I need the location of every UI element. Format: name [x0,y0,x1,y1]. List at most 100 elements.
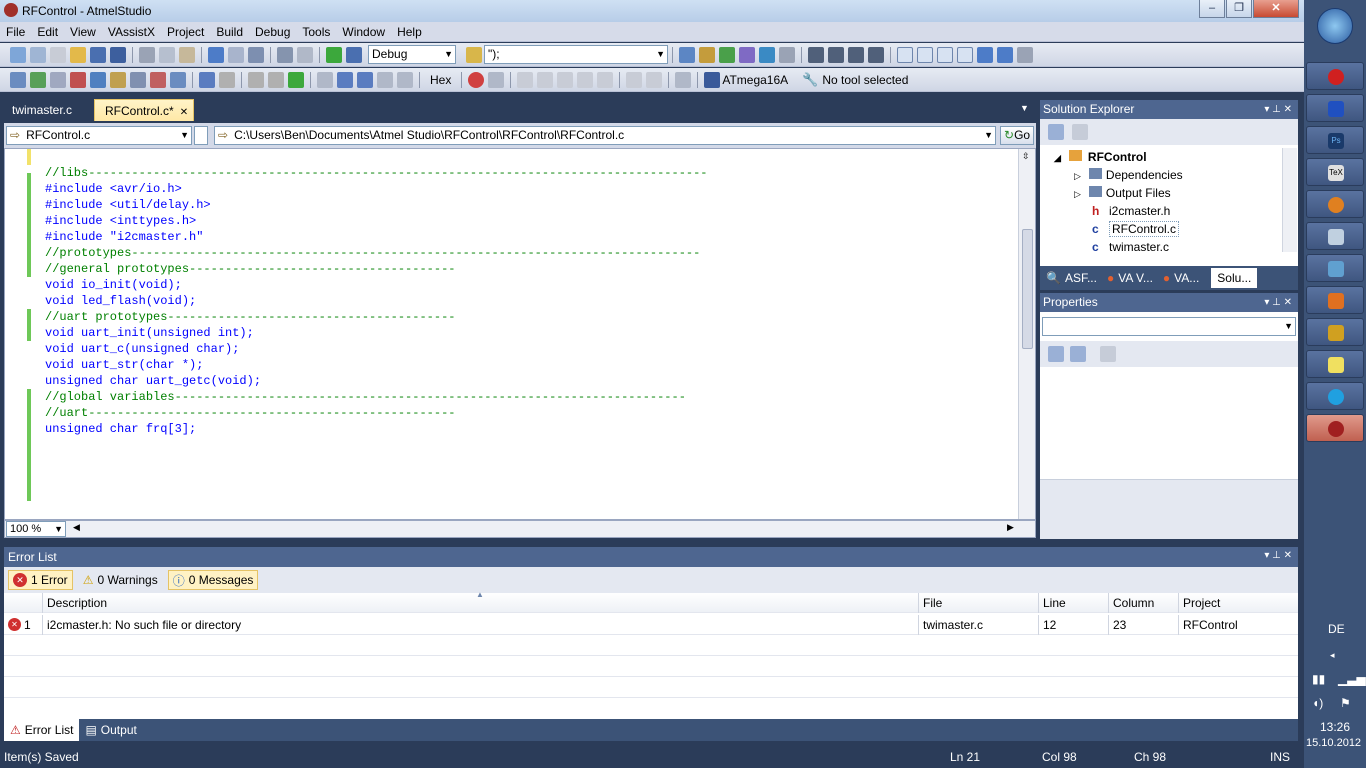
outdent-icon[interactable] [828,46,844,63]
step-out-icon[interactable] [357,71,373,88]
properties-icon[interactable] [699,46,715,63]
vassist-options-icon[interactable] [170,71,186,88]
new-project-icon[interactable] [10,46,26,63]
find-icon[interactable] [466,46,482,63]
options-icon[interactable] [779,46,795,63]
taskbar-notes[interactable] [1306,350,1364,378]
settings-icon[interactable] [110,71,126,88]
taskbar-skype[interactable] [1306,382,1364,410]
menu-file[interactable]: File [0,22,31,42]
maximize-button[interactable]: ❐ [1226,0,1252,18]
object-browser-icon[interactable] [719,46,735,63]
watch-icon[interactable] [577,71,594,88]
bottom-tab-va-view[interactable]: VA V... [1118,271,1153,285]
taskbar-paint[interactable] [1306,254,1364,282]
step-over-icon[interactable] [337,71,353,88]
find-in-files-icon[interactable] [297,46,313,63]
extension-manager-icon[interactable] [759,46,775,63]
next-bookmark-icon[interactable] [937,46,953,63]
clock-time[interactable]: 13:26 [1320,720,1350,734]
go-button[interactable]: ↻Go [1000,126,1034,145]
open-folder-icon[interactable] [70,46,86,63]
redo-icon[interactable] [228,46,244,63]
taskbar-texmaker[interactable]: TeX [1306,158,1364,186]
menu-debug[interactable]: Debug [249,22,296,42]
alphabetical-icon[interactable] [1070,346,1086,362]
device-name[interactable]: ATmega16A [722,73,788,87]
close-icon[interactable]: ✕ [180,107,188,118]
breakpoint-icon[interactable] [468,71,485,88]
table-row[interactable]: ✕ 1 i2cmaster.h: No such file or directo… [4,615,1298,635]
property-pages-icon[interactable] [1100,346,1116,362]
tree-item-selected[interactable]: c RFControl.c [1054,220,1183,238]
code-text[interactable]: //libs----------------------------------… [45,149,708,469]
vertical-scrollbar[interactable]: ⇳ [1018,149,1035,519]
tray-expand-icon[interactable]: ◂ [1330,650,1335,661]
properties-object-combo[interactable]: ▼ [1042,317,1296,336]
panel-controls[interactable]: ▾ ⊥ ✕ [1264,293,1292,312]
bottom-tab-asf[interactable]: ASF... [1065,271,1097,285]
save-icon[interactable] [90,46,106,63]
navigate-forward-icon[interactable] [997,46,1013,63]
menu-project[interactable]: Project [161,22,210,42]
copy-icon[interactable] [159,46,175,63]
clock-date[interactable]: 15.10.2012 [1306,737,1361,749]
clean-icon[interactable] [70,71,86,88]
paste-icon[interactable] [179,46,195,63]
taskbar-firefox[interactable] [1306,190,1364,218]
new-file-icon[interactable] [50,46,66,63]
solution-config-icon[interactable] [277,46,293,63]
menu-vassistx[interactable]: VAssistX [102,22,161,42]
tab-output[interactable]: ▤ Output [79,719,142,741]
add-item-icon[interactable] [30,46,46,63]
spell-check-icon[interactable] [150,71,166,88]
column-column[interactable]: Column [1108,593,1178,613]
split-handle[interactable] [194,126,208,145]
reset-icon[interactable] [397,71,413,88]
column-project[interactable]: Project [1178,593,1298,613]
tool-icon[interactable]: 🔧 [802,72,818,88]
volume-icon[interactable]: ◖) [1312,696,1323,710]
start-button[interactable] [1317,8,1353,44]
taskbar-ws[interactable] [1306,286,1364,314]
messages-filter-button[interactable]: ⓘ 0 Messages [167,570,259,590]
navigate-backward-icon[interactable] [248,46,264,63]
toolbox-icon[interactable] [739,46,755,63]
undo-icon[interactable] [208,46,224,63]
continue-icon[interactable] [288,71,304,88]
column-line[interactable]: Line [1038,593,1108,613]
toolbar-options-icon[interactable] [1017,46,1033,63]
prev-bookmark-icon[interactable] [917,46,933,63]
comment-icon[interactable] [848,46,864,63]
stop-debugging-icon[interactable] [219,71,235,88]
column-file[interactable]: File [918,593,1038,613]
taskbar-app[interactable] [1306,318,1364,346]
tree-scrollbar[interactable] [1282,148,1297,252]
indent-icon[interactable] [808,46,824,63]
language-indicator[interactable]: DE [1328,622,1345,636]
device-tools-icon[interactable] [675,71,692,88]
menu-view[interactable]: View [64,22,102,42]
build-config-select[interactable]: Debug ▼ [368,45,456,64]
split-icon[interactable]: ⇳ [1022,151,1030,162]
show-all-files-icon[interactable] [1072,124,1088,140]
registers-icon[interactable] [537,71,554,88]
bottom-tab-va[interactable]: VA... [1174,271,1199,285]
solution-explorer-icon[interactable] [679,46,695,63]
start-without-debugging-icon[interactable] [346,46,362,63]
path-combo[interactable]: ⇨ C:\Users\Ben\Documents\Atmel Studio\RFC… [214,126,996,145]
bookmark-icon[interactable] [897,46,913,63]
start-debugging-icon[interactable] [326,46,342,63]
panel-controls[interactable]: ▾ ⊥ ✕ [1264,100,1292,119]
uncomment-icon[interactable] [868,46,884,63]
project-node[interactable]: ◢ RFControl [1054,148,1183,166]
taskbar-photoshop[interactable]: Ps [1306,126,1364,154]
cut-icon[interactable] [139,46,155,63]
hex-toggle[interactable]: Hex [430,73,451,87]
break-all-icon[interactable] [199,71,215,88]
disassembly-icon[interactable] [557,71,574,88]
processor-view-icon[interactable] [626,71,643,88]
minimize-button[interactable]: – [1199,0,1225,18]
taskbar-opera[interactable] [1306,62,1364,90]
tree-item[interactable]: c twimaster.c [1054,238,1183,256]
